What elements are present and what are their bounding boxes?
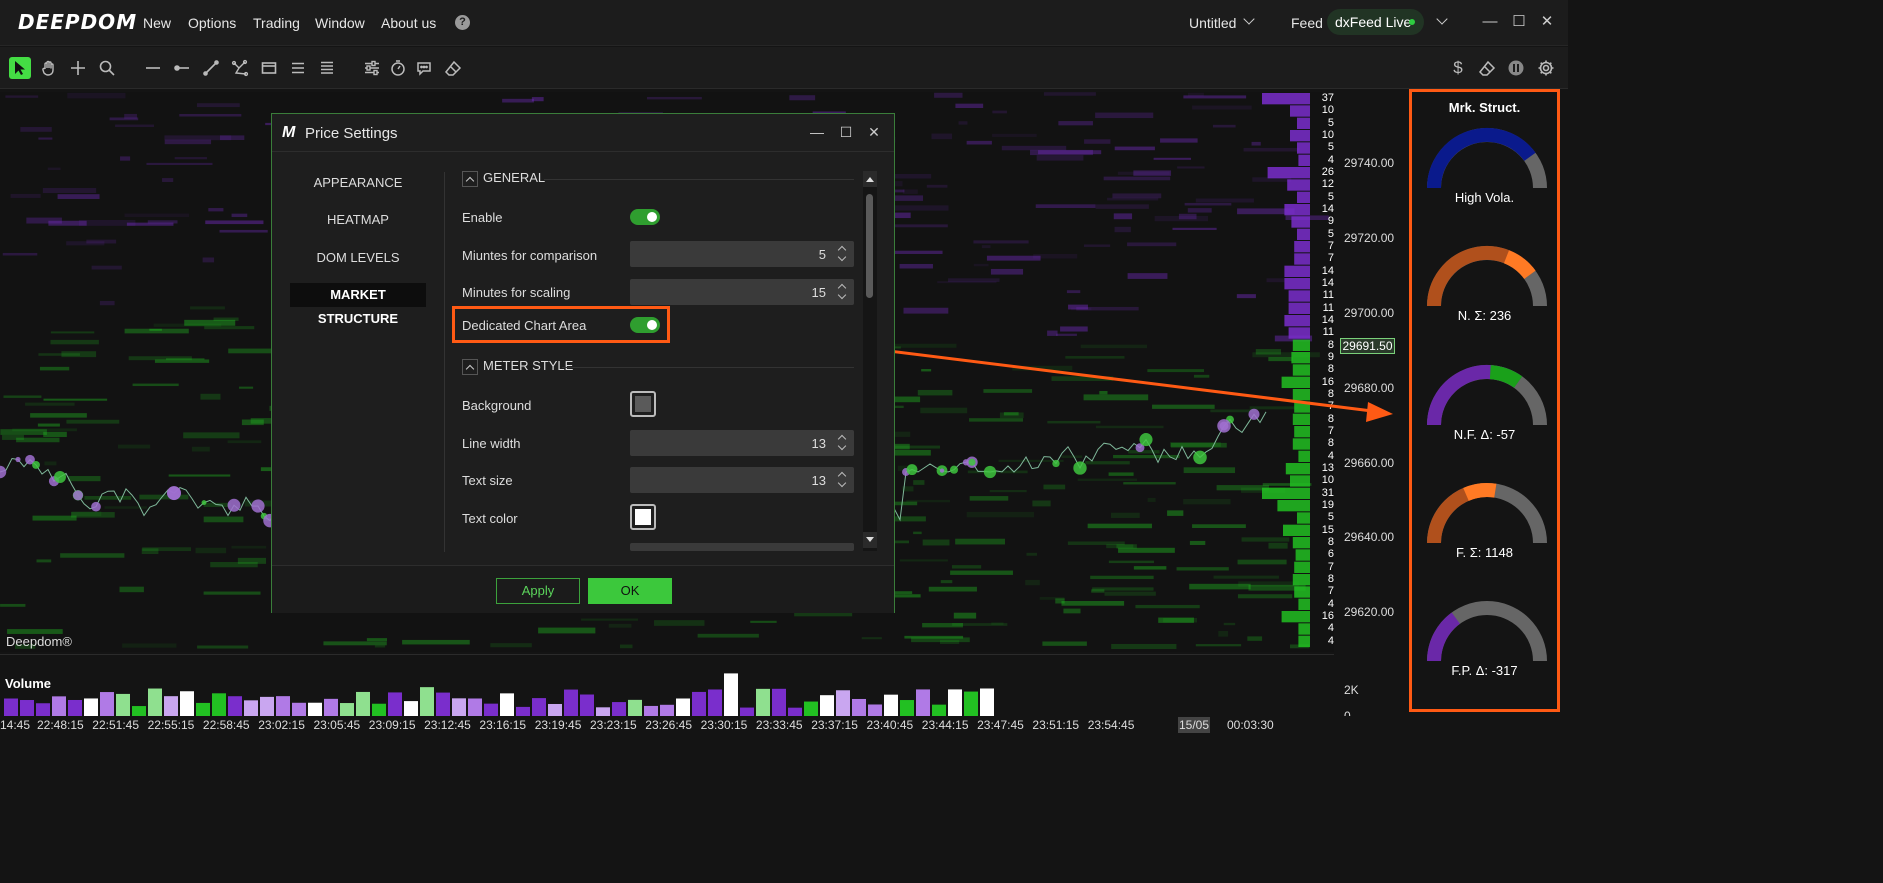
gauge-label: High Vola.: [1454, 190, 1515, 205]
gauge-label: F. Σ: 1148: [1456, 545, 1513, 560]
background-label: Background: [462, 398, 532, 413]
section-general[interactable]: GENERAL: [462, 170, 545, 187]
nav-dom-levels[interactable]: DOM LEVELS: [290, 246, 426, 270]
stepper-arrows-icon[interactable]: [837, 244, 848, 264]
gauge-meter: [1426, 127, 1547, 189]
gauge-highlight: [1503, 250, 1536, 280]
gauge-meter: [1426, 245, 1547, 307]
gauge-meter: [1427, 483, 1547, 544]
stepper-arrows-icon[interactable]: [837, 433, 848, 453]
gauge-label: N. Σ: 236: [1457, 308, 1512, 323]
apply-button[interactable]: Apply: [496, 578, 580, 604]
dialog-footer: Apply OK: [272, 565, 894, 613]
scroll-thumb[interactable]: [866, 194, 873, 298]
dialog-title: Price Settings: [305, 125, 398, 142]
text-size-stepper[interactable]: 13: [630, 467, 854, 493]
gauge-meter: [1426, 601, 1547, 662]
dialog-close-button[interactable]: ✕: [864, 122, 884, 142]
line-width-stepper[interactable]: 13: [630, 430, 854, 456]
dialog-title-bar[interactable]: M Price Settings — ☐ ✕: [272, 114, 894, 152]
nav-market-structure[interactable]: MARKET STRUCTURE: [290, 283, 426, 326]
stepper-value: 15: [811, 285, 826, 300]
gauge-meter: [1427, 364, 1547, 426]
stepper-value: 13: [811, 473, 826, 488]
gauge-highlight: [1489, 365, 1523, 388]
dialog-minimize-button[interactable]: —: [807, 122, 827, 142]
nav-heatmap[interactable]: HEATMAP: [290, 208, 426, 232]
stepper-arrows-icon[interactable]: [837, 282, 848, 302]
gauge-label: N.F. Δ: -57: [1453, 427, 1516, 442]
enable-label: Enable: [462, 210, 503, 225]
section-title: METER STYLE: [483, 358, 574, 373]
partially-visible-field[interactable]: [630, 543, 854, 551]
collapse-icon[interactable]: [462, 358, 478, 375]
minutes-comparison-label: Miuntes for comparison: [462, 248, 598, 263]
dialog-logo: M: [282, 124, 296, 141]
stepper-value: 13: [811, 436, 826, 451]
panel-title: Mrk. Struct.: [1448, 100, 1521, 115]
text-color-label: Text color: [462, 511, 518, 526]
price-settings-dialog: M Price Settings — ☐ ✕ APPEARANCE HEATMA…: [271, 113, 895, 613]
minutes-scaling-label: Minutes for scaling: [462, 285, 571, 300]
minutes-comparison-stepper[interactable]: 5: [630, 241, 854, 267]
ok-button[interactable]: OK: [588, 578, 672, 604]
text-color-picker[interactable]: [630, 504, 656, 530]
nav-divider: [444, 172, 445, 552]
gauge-label: F.P. Δ: -317: [1451, 663, 1518, 678]
enable-toggle[interactable]: [630, 209, 660, 225]
scroll-down-button[interactable]: [863, 532, 877, 548]
text-size-label: Text size: [462, 473, 513, 488]
scroll-up-button[interactable]: [863, 171, 877, 187]
background-color-picker[interactable]: [630, 391, 656, 417]
gauge-highlight: [1463, 483, 1497, 501]
section-divider: [562, 367, 854, 368]
nav-appearance[interactable]: APPEARANCE: [290, 171, 426, 195]
stepper-value: 5: [818, 247, 826, 262]
color-swatch: [635, 396, 651, 412]
annotation-highlight: [452, 306, 670, 343]
line-width-label: Line width: [462, 436, 521, 451]
section-title: GENERAL: [483, 170, 546, 185]
color-swatch: [635, 509, 651, 525]
stepper-arrows-icon[interactable]: [837, 470, 848, 490]
minutes-scaling-stepper[interactable]: 15: [630, 279, 854, 305]
section-meter-style[interactable]: METER STYLE: [462, 358, 573, 375]
market-structure-panel: Mrk. Struct. High Vola. N. Σ: 236 N.F. Δ…: [1409, 89, 1560, 712]
section-divider: [544, 179, 854, 180]
dialog-maximize-button[interactable]: ☐: [836, 122, 856, 142]
collapse-icon[interactable]: [462, 170, 478, 187]
